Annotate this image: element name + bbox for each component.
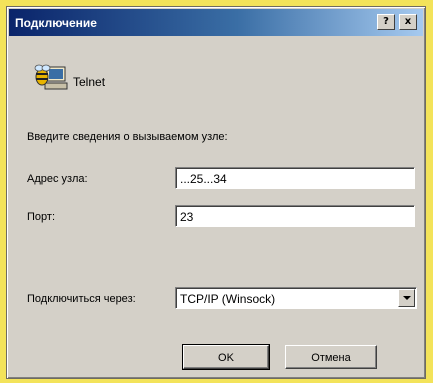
chevron-down-icon[interactable]: [398, 289, 415, 307]
instruction-text: Введите сведения о вызываемом узле:: [27, 131, 228, 143]
close-button[interactable]: x: [399, 14, 417, 30]
host-label: Адрес узла:: [27, 173, 88, 185]
help-button[interactable]: ?: [377, 14, 395, 30]
cancel-button[interactable]: Отмена: [285, 345, 377, 369]
connect-via-select[interactable]: TCP/IP (Winsock): [175, 287, 417, 309]
port-input[interactable]: 23: [175, 205, 415, 227]
port-label: Порт:: [27, 211, 55, 223]
title-bar[interactable]: Подключение ? x: [9, 9, 423, 36]
connect-via-label: Подключиться через:: [27, 293, 136, 305]
connect-dialog: Подключение ? x Telnet Введите сведения …: [6, 6, 426, 379]
connect-via-value: TCP/IP (Winsock): [180, 292, 276, 306]
telnet-computer-icon: [33, 61, 69, 97]
ok-button[interactable]: OK: [182, 344, 270, 370]
dialog-title: Подключение: [15, 15, 97, 30]
host-address-input[interactable]: ...25...34: [175, 167, 415, 189]
app-name: Telnet: [73, 75, 106, 89]
